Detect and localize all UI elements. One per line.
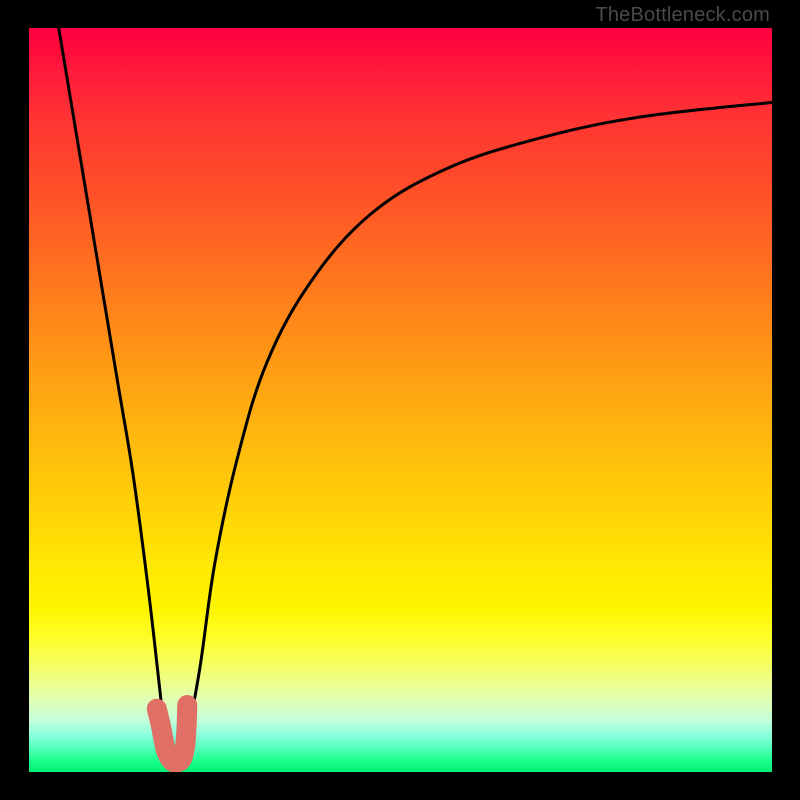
dot-lower: [152, 718, 170, 736]
plot-area: [29, 28, 772, 772]
curve-right-rise: [185, 102, 772, 749]
dot-upper: [148, 700, 166, 718]
watermark-label: TheBottleneck.com: [595, 4, 770, 27]
curve-layer: [29, 28, 772, 772]
chart-frame: TheBottleneck.com: [0, 0, 800, 800]
curve-left-descent: [59, 28, 167, 750]
